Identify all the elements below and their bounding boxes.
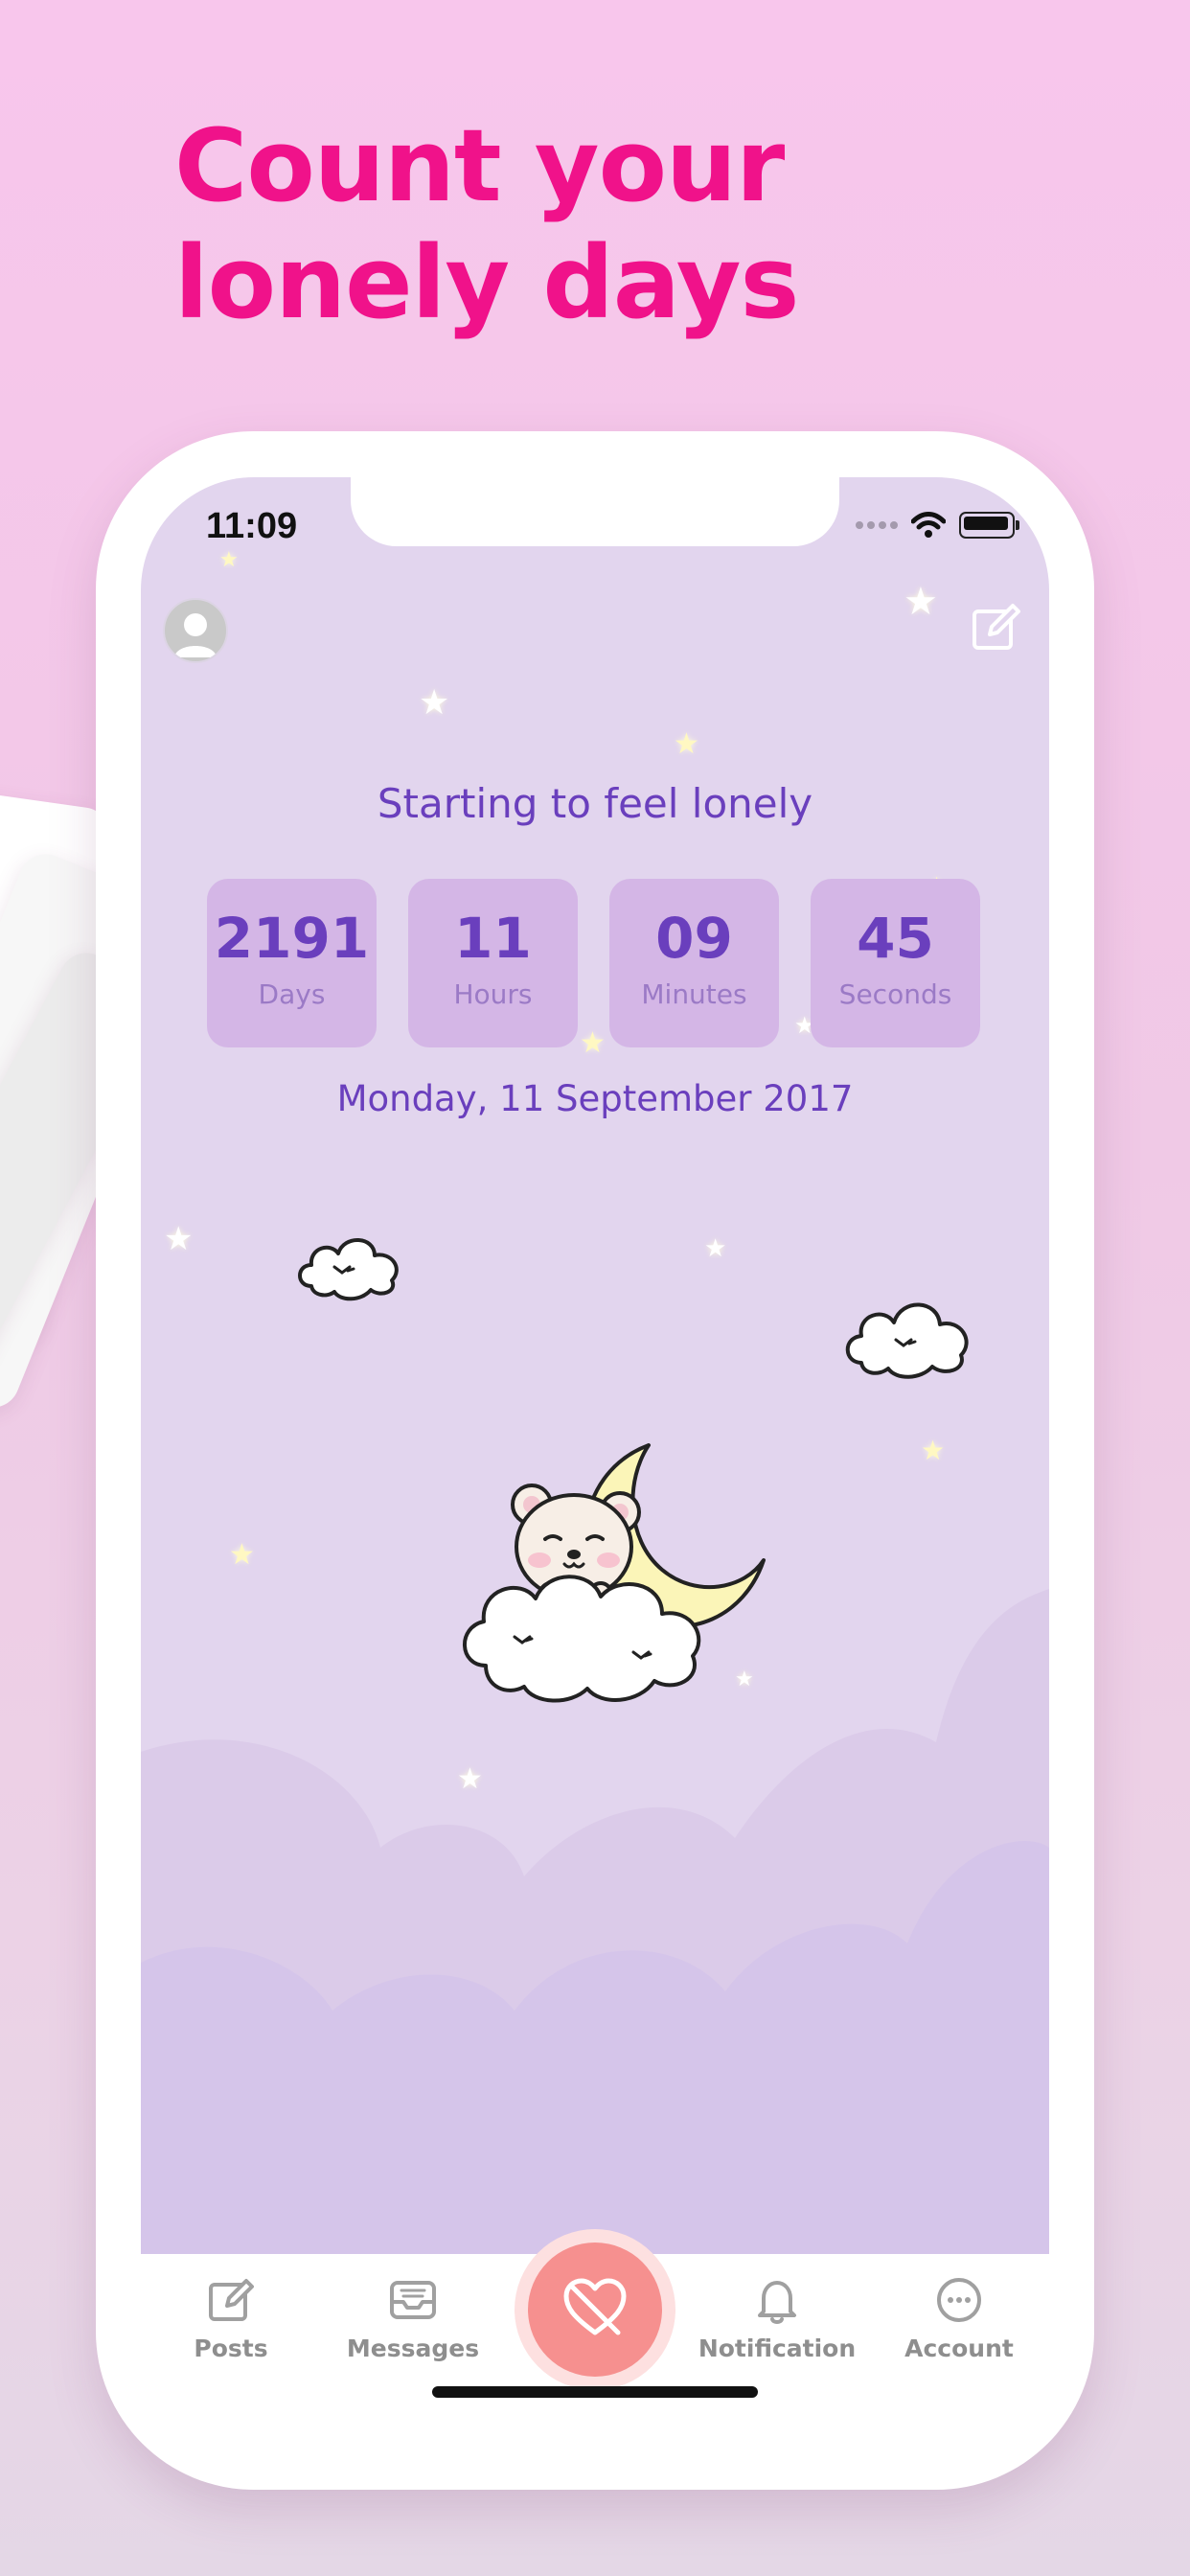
wifi-icon [911,512,946,538]
days-counter: 2191 Days [207,879,377,1047]
tab-posts[interactable]: Posts [141,2275,322,2362]
tab-label: Posts [194,2334,268,2362]
tab-account[interactable]: Account [868,2275,1049,2362]
status-time: 11:09 [206,506,298,546]
counter-unit: Minutes [641,978,747,1010]
lonely-action-button[interactable] [515,2229,675,2390]
avatar[interactable] [163,598,228,663]
hours-counter: 11 Hours [408,879,578,1047]
tab-notification[interactable]: Notification [686,2275,868,2362]
star-icon: ★ [674,727,699,761]
phone-frame: ★ ★ ★ ★ ★ ★ ★ ★ ★ ★ ★ ★ ★ ★ [96,431,1094,2490]
star-icon: ★ [457,1762,483,1796]
posts-icon [209,2279,254,2321]
tab-label: Notification [698,2334,857,2362]
bear-moon-illustration [463,1443,766,1703]
star-icon: ★ [904,580,938,624]
edit-icon [973,604,1020,650]
minutes-counter: 09 Minutes [609,879,779,1047]
signal-icon [856,521,898,529]
star-icon: ★ [164,1220,194,1258]
tab-label: Account [904,2334,1014,2362]
star-icon: ★ [921,1435,946,1466]
tab-messages[interactable]: Messages [322,2275,504,2362]
star-icon: ★ [219,548,239,572]
user-avatar-icon [174,613,217,657]
home-indicator[interactable] [432,2386,758,2398]
more-icon [937,2278,981,2322]
cloud-icon [845,1302,969,1379]
start-date: Monday, 11 September 2017 [336,1078,854,1119]
heart-off-icon [563,2278,627,2335]
battery-icon [959,512,1019,539]
seconds-counter: 45 Seconds [811,879,980,1047]
counter-value: 2191 [214,906,370,971]
center-button-core [528,2242,662,2377]
phone-screen: ★ ★ ★ ★ ★ ★ ★ ★ ★ ★ ★ ★ ★ ★ [141,477,1049,2444]
headline: Count your lonely days [174,107,799,341]
bell-icon [758,2281,796,2324]
countdown-title: Starting to feel lonely [377,780,813,827]
cloud-icon [298,1238,399,1301]
tab-bar: Posts Messages Notification Account [141,2229,1049,2444]
tab-label: Messages [346,2334,480,2362]
counter-unit: Hours [453,978,533,1010]
counter-unit: Seconds [838,978,952,1010]
app-background: ★ ★ ★ ★ ★ ★ ★ ★ ★ ★ ★ ★ ★ ★ [141,477,1049,2254]
star-icon: ★ [419,683,450,723]
star-icon: ★ [704,1234,727,1263]
counter-value: 45 [857,906,934,971]
inbox-icon [390,2281,436,2319]
counter-unit: Days [258,978,326,1010]
counter-value: 11 [454,906,532,971]
notch [351,477,839,546]
counter-row: 2191 Days 11 Hours 09 Minutes 45 Seconds [207,879,980,1047]
counter-value: 09 [655,906,733,971]
star-icon: ★ [229,1538,255,1572]
status-icons [856,512,1019,539]
edit-button[interactable] [969,600,1022,654]
